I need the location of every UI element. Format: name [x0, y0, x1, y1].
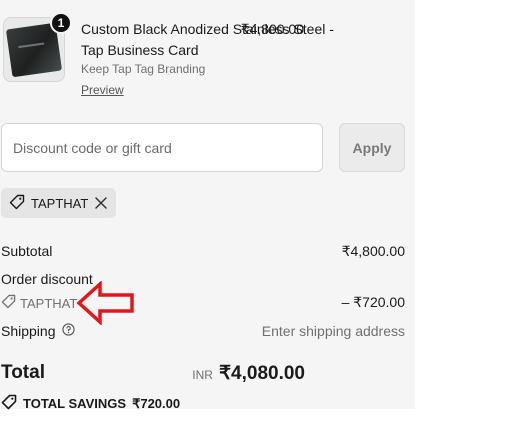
- total-amount: INR ₹4,080.00: [192, 362, 305, 385]
- applied-discount-code: TAPTHAT: [31, 195, 89, 211]
- product-variant: Keep Tap Tag Branding: [81, 62, 206, 76]
- total-label: Total: [1, 362, 45, 383]
- close-icon[interactable]: [94, 196, 108, 210]
- tag-icon: [1, 394, 17, 413]
- discount-value: – ₹720.00: [341, 294, 405, 310]
- tag-icon: [9, 194, 25, 213]
- help-circle-icon[interactable]: [61, 323, 75, 339]
- annotation-arrow-icon: [76, 281, 134, 325]
- shipping-row: Shipping Enter shipping address: [1, 323, 405, 339]
- product-price: ₹4,800.00: [240, 21, 304, 37]
- savings-label: TOTAL SAVINGS: [23, 396, 127, 411]
- subtotal-value: ₹4,800.00: [341, 243, 405, 259]
- subtotal-row: Subtotal ₹4,800.00: [1, 243, 405, 259]
- quantity-badge: 1: [50, 12, 72, 34]
- order-discount-row: Order discount: [1, 271, 405, 287]
- discount-code-input[interactable]: [1, 123, 323, 172]
- savings-value: ₹720.00: [132, 395, 181, 411]
- apply-button[interactable]: Apply: [339, 123, 405, 172]
- order-summary-panel: 1 Custom Black Anodized Stainless Steel …: [0, 0, 415, 411]
- shipping-value: Enter shipping address: [261, 323, 405, 339]
- shipping-label: Shipping: [1, 323, 56, 339]
- discount-code-row: TAPTHAT – ₹720.00: [1, 294, 405, 312]
- total-currency: INR: [192, 368, 213, 382]
- total-value: ₹4,080.00: [218, 363, 305, 384]
- subtotal-label: Subtotal: [1, 243, 53, 259]
- discount-code-label: TAPTHAT: [20, 295, 78, 311]
- preview-link[interactable]: Preview: [81, 83, 124, 97]
- applied-discount-chip: TAPTHAT: [1, 188, 117, 218]
- tag-icon: [1, 294, 16, 312]
- total-savings: TOTAL SAVINGS ₹720.00: [1, 394, 180, 413]
